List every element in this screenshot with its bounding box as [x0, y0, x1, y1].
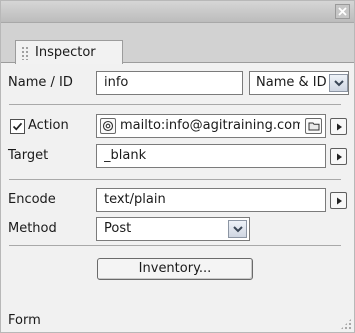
method-dropdown-button[interactable]: [228, 220, 247, 238]
tab-inspector[interactable]: Inspector: [15, 40, 123, 64]
name-id-label: Name / ID: [8, 75, 73, 90]
method-label: Method: [8, 221, 57, 236]
encode-value: text/plain: [104, 192, 166, 207]
section-divider: [9, 104, 341, 105]
inventory-button-label: Inventory...: [138, 261, 212, 276]
inspector-panel: Inspector Name / ID info Name & ID Actio…: [0, 0, 355, 333]
section-divider: [9, 245, 341, 246]
triangle-right-icon: [336, 153, 342, 160]
target-input[interactable]: _blank: [96, 144, 326, 168]
name-id-value: info: [104, 75, 129, 90]
email-link-button[interactable]: [100, 118, 116, 134]
action-checkbox[interactable]: [10, 119, 25, 134]
target-label: Target: [8, 148, 49, 163]
encode-menu-button[interactable]: [330, 192, 347, 209]
action-label: Action: [28, 118, 69, 133]
resize-grip-icon[interactable]: [340, 318, 352, 330]
triangle-right-icon: [336, 197, 342, 204]
close-button[interactable]: [335, 4, 350, 19]
browse-folder-button[interactable]: [305, 118, 322, 134]
method-select[interactable]: Post: [96, 217, 250, 241]
chevron-down-icon: [333, 79, 344, 86]
name-mode-value: Name & ID: [256, 75, 327, 90]
encode-label: Encode: [8, 192, 56, 207]
method-value: Post: [104, 221, 132, 236]
inventory-button[interactable]: Inventory...: [97, 258, 253, 280]
name-mode-select[interactable]: Name & ID: [249, 71, 349, 95]
tab-strip: Inspector: [1, 23, 354, 64]
action-input[interactable]: mailto:info@agitraining.com: [96, 114, 326, 138]
target-value: _blank: [104, 148, 147, 163]
action-menu-button[interactable]: [330, 118, 347, 135]
name-mode-dropdown-button[interactable]: [329, 74, 348, 92]
name-id-input[interactable]: info: [96, 71, 243, 95]
footer-form-label: Form: [8, 313, 41, 328]
tab-inspector-label: Inspector: [35, 45, 96, 60]
triangle-right-icon: [336, 123, 342, 130]
checkmark-icon: [12, 122, 23, 131]
at-sign-icon: [102, 120, 114, 132]
folder-icon: [308, 122, 319, 131]
close-icon: [338, 7, 347, 16]
chevron-down-icon: [232, 225, 243, 232]
panel-title-bar[interactable]: [1, 1, 354, 23]
section-divider: [9, 179, 341, 180]
tab-grip-icon[interactable]: [21, 46, 29, 60]
action-value: mailto:info@agitraining.com: [120, 118, 300, 133]
target-menu-button[interactable]: [330, 148, 347, 165]
encode-input[interactable]: text/plain: [96, 188, 326, 212]
